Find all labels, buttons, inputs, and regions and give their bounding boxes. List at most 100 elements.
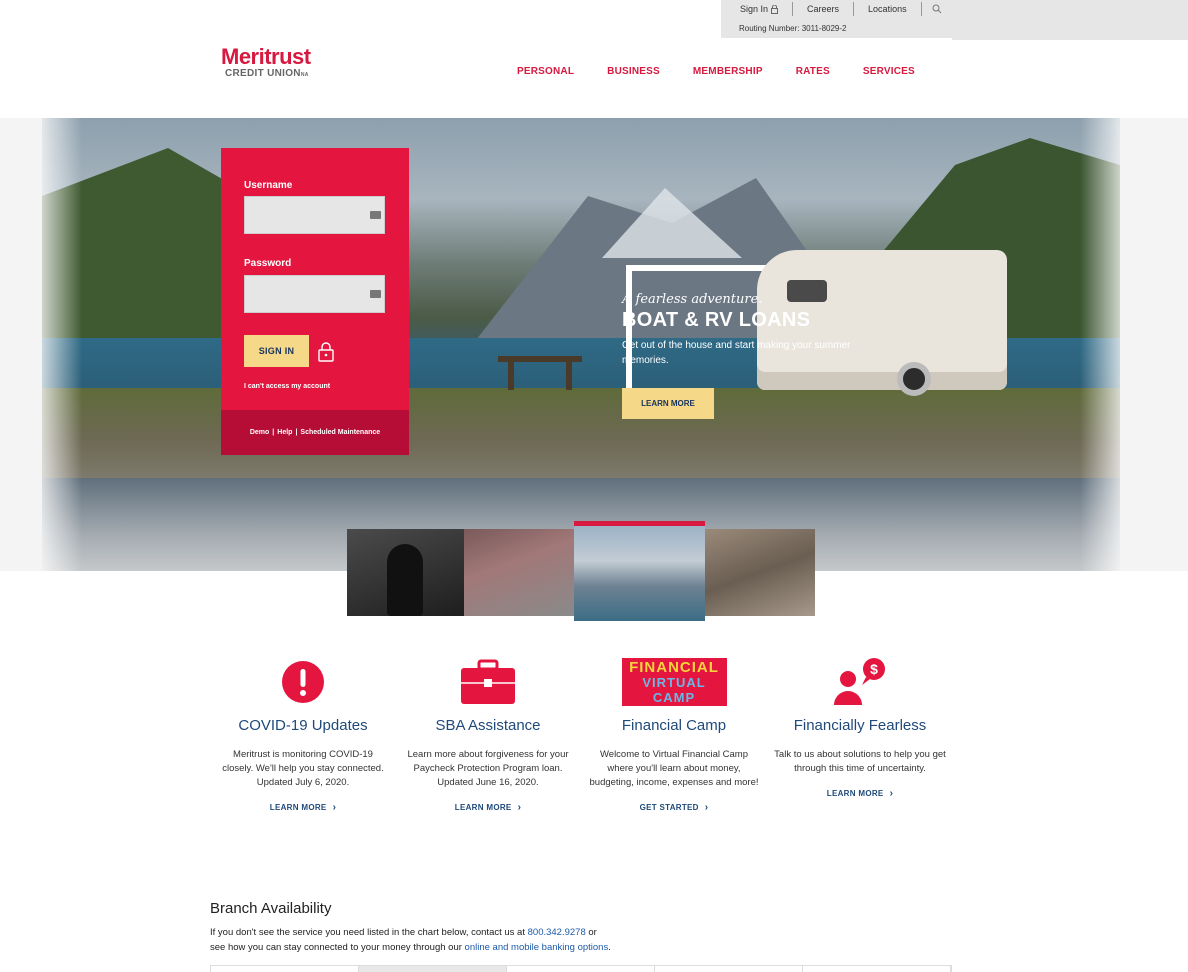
section-title: Branch Availability xyxy=(210,900,332,917)
link-label: GET STARTED xyxy=(639,803,699,812)
carousel-thumb-3-active[interactable] xyxy=(574,521,705,621)
svg-text:$: $ xyxy=(870,661,878,677)
hero-subtext: Get out of the house and start making yo… xyxy=(622,340,851,366)
nav-rates[interactable]: RATES xyxy=(796,66,830,77)
chevron-right-icon: › xyxy=(332,802,337,813)
utility-links: Sign In Careers Locations xyxy=(721,0,952,18)
card-title: Financial Camp xyxy=(621,717,727,734)
password-label: Password xyxy=(244,258,292,269)
financial-camp-badge: FINANCIAL VIRTUAL CAMP xyxy=(584,657,764,707)
hero-learn-more-button[interactable]: LEARN MORE xyxy=(622,388,714,419)
username-input[interactable] xyxy=(244,196,385,234)
card-text: Talk to us about solutions to help you g… xyxy=(774,749,946,774)
carousel-thumb-4[interactable] xyxy=(705,529,815,616)
get-started-link[interactable]: GET STARTED › xyxy=(640,802,709,813)
feature-card-financially-fearless: $ Financially Fearless Talk to us about … xyxy=(770,657,950,801)
sign-in-label: Sign In xyxy=(740,4,769,14)
text: see how you can stay connected to your m… xyxy=(210,942,465,953)
phone-link[interactable]: 800.342.9278 xyxy=(528,927,586,938)
help-link[interactable]: Help xyxy=(277,429,292,436)
nav-personal[interactable]: PERSONAL xyxy=(517,66,574,77)
nav-business[interactable]: BUSINESS xyxy=(607,66,660,77)
masked-person xyxy=(387,544,423,616)
alert-icon xyxy=(213,657,393,707)
username-label: Username xyxy=(244,180,293,191)
nav-services[interactable]: SERVICES xyxy=(863,66,915,77)
routing-number: Routing Number: 3011-8029-2 xyxy=(739,24,847,33)
link-label: LEARN MORE xyxy=(269,803,327,812)
chevron-right-icon: › xyxy=(889,788,894,799)
card-title: COVID-19 Updates xyxy=(238,717,368,734)
logo-mark: NA xyxy=(300,72,309,78)
maintenance-link[interactable]: Scheduled Maintenance xyxy=(300,429,380,436)
learn-more-link[interactable]: LEARN MORE › xyxy=(827,788,893,799)
badge-bottom: VIRTUAL CAMP xyxy=(642,674,706,705)
text: or xyxy=(585,927,597,938)
camp-badge: FINANCIAL VIRTUAL CAMP xyxy=(621,658,727,706)
password-input[interactable] xyxy=(244,275,385,313)
branch-description: If you don't see the service you need li… xyxy=(210,925,952,955)
carousel-thumb-2[interactable] xyxy=(464,529,574,616)
keyboard-icon xyxy=(370,211,381,219)
nav-membership[interactable]: MEMBERSHIP xyxy=(693,66,763,77)
search-button[interactable] xyxy=(922,4,952,14)
briefcase-icon xyxy=(398,657,578,707)
login-footer: Demo | Help | Scheduled Maintenance xyxy=(221,410,409,455)
utility-divider xyxy=(721,38,952,40)
learn-more-link[interactable]: LEARN MORE › xyxy=(270,802,336,813)
card-title: Financially Fearless xyxy=(793,717,927,734)
logo-subtitle-text: CREDIT UNION xyxy=(225,68,301,79)
feature-card-financial-camp: FINANCIAL VIRTUAL CAMP Financial Camp We… xyxy=(584,657,764,815)
logo[interactable]: Meritrust CREDIT UNIONNA xyxy=(221,44,311,80)
chevron-right-icon: › xyxy=(517,802,522,813)
person-money-icon: $ xyxy=(770,657,950,707)
branch-tab[interactable] xyxy=(211,966,359,972)
learn-more-link[interactable]: LEARN MORE › xyxy=(455,802,521,813)
cant-access-link[interactable]: I can't access my account xyxy=(244,383,330,390)
badge-top: FINANCIAL xyxy=(629,658,719,676)
branch-availability-section: Branch Availability If you don't see the… xyxy=(210,900,952,955)
hero-copy: A fearless adventure. BOAT & RV LOANS Ge… xyxy=(622,292,912,419)
search-icon xyxy=(932,4,941,14)
separator: | xyxy=(295,429,298,436)
keyboard-icon xyxy=(370,290,381,298)
carousel-thumb-1[interactable] xyxy=(347,529,464,616)
picnic-table xyxy=(498,356,582,390)
branch-tab[interactable] xyxy=(507,966,655,972)
branch-tab[interactable] xyxy=(655,966,803,972)
branch-tabs xyxy=(210,965,952,972)
shoreline xyxy=(42,388,1120,478)
separator: | xyxy=(272,429,275,436)
login-panel: Username Password SIGN IN I can't access… xyxy=(221,148,409,455)
utility-bar: Sign In Careers Locations Routing Number… xyxy=(721,0,1188,40)
branch-tab-active[interactable] xyxy=(359,966,507,972)
hero-kicker: A fearless adventure. xyxy=(622,292,763,307)
hero-fade-left xyxy=(42,118,82,571)
locations-link[interactable]: Locations xyxy=(854,2,922,16)
demo-link[interactable]: Demo xyxy=(250,429,269,436)
feature-card-sba: SBA Assistance Learn more about forgiven… xyxy=(398,657,578,815)
chevron-right-icon: › xyxy=(704,802,709,813)
feature-card-covid: COVID-19 Updates Meritrust is monitoring… xyxy=(213,657,393,815)
hero-image xyxy=(42,118,1120,571)
card-text: Meritrust is monitoring COVID-19 closely… xyxy=(222,749,384,788)
hero-fade-right xyxy=(1080,118,1120,571)
card-text: Welcome to Virtual Financial Camp where … xyxy=(589,749,759,788)
logo-wordmark: Meritrust xyxy=(221,44,311,69)
careers-link[interactable]: Careers xyxy=(793,2,855,16)
hero-headline: BOAT & RV LOANS xyxy=(622,309,811,331)
sign-in-button[interactable]: SIGN IN xyxy=(244,335,309,367)
text: . xyxy=(608,942,611,953)
card-text: Learn more about forgiveness for your Pa… xyxy=(407,749,569,788)
sign-in-link[interactable]: Sign In xyxy=(721,2,794,16)
lock-icon xyxy=(318,342,334,362)
main-nav: PERSONAL BUSINESS MEMBERSHIP RATES SERVI… xyxy=(517,66,948,77)
link-label: LEARN MORE xyxy=(454,803,512,812)
online-banking-link[interactable]: online and mobile banking options xyxy=(465,942,609,953)
lock-icon xyxy=(771,4,779,14)
link-label: LEARN MORE xyxy=(826,789,884,798)
branch-tab[interactable] xyxy=(803,966,951,972)
logo-subtitle: CREDIT UNIONNA xyxy=(225,68,311,79)
hero-banner xyxy=(0,118,1188,571)
text: If you don't see the service you need li… xyxy=(210,927,528,938)
